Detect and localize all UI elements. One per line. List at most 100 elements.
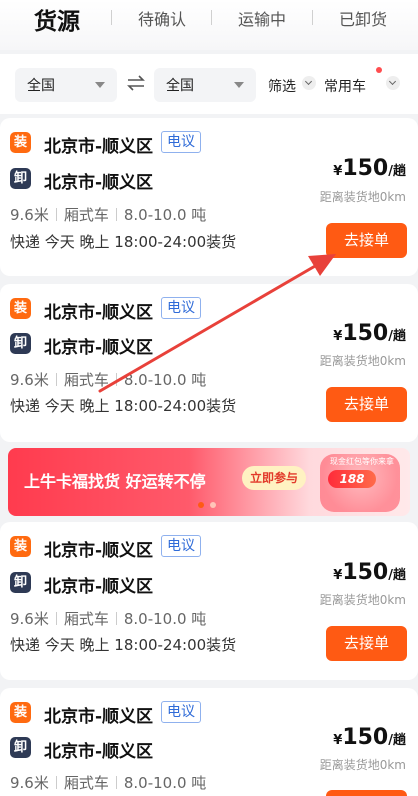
negotiable-tag: 电议 (161, 297, 201, 319)
caret-down-icon (234, 82, 244, 88)
tab-divider (211, 10, 212, 25)
spec-divider (55, 373, 57, 386)
distance-to-loading: 距离装货地0km (319, 190, 406, 204)
price-value: 150 (342, 321, 389, 346)
unload-badge: 卸 (10, 168, 31, 189)
price: ¥150/趟 (333, 156, 406, 181)
carousel-dot (210, 502, 216, 508)
vehicle-length: 9.6米 (10, 371, 49, 389)
tab-divider (111, 10, 112, 25)
distance-to-loading: 距离装货地0km (319, 758, 406, 772)
price-currency: ¥ (333, 568, 343, 583)
price-value: 150 (342, 156, 389, 181)
cargo-card[interactable]: 装 北京市-顺义区 电议 卸 北京市-顺义区 9.6米 厢式车 8.0-10.0 吨… (0, 284, 418, 442)
load-city: 北京市-顺义区 (44, 303, 154, 323)
price: ¥150/趟 (333, 725, 406, 750)
cargo-weight: 8.0-10.0 吨 (123, 206, 207, 224)
filter-button[interactable]: 筛选 (268, 76, 296, 96)
carousel-dot-active (198, 502, 204, 508)
accept-order-button[interactable]: 去接单 (326, 626, 407, 661)
caret-down-icon (95, 82, 105, 88)
load-city: 北京市-顺义区 (44, 707, 154, 727)
load-city: 北京市-顺义区 (44, 137, 154, 157)
negotiable-tag: 电议 (161, 701, 201, 723)
destination-select[interactable]: 全国 (154, 68, 256, 102)
tab-unloaded[interactable]: 已卸货 (339, 6, 387, 30)
price-unit: /趟 (388, 329, 406, 344)
load-badge: 装 (10, 132, 31, 153)
banner-title: 上牛卡福找货 好运转不停 (24, 472, 206, 491)
price-value: 150 (342, 560, 389, 585)
unload-badge: 卸 (10, 737, 31, 758)
price: ¥150/趟 (333, 560, 406, 585)
vehicle-specs: 9.6米 厢式车 8.0-10.0 吨 (10, 369, 206, 390)
cargo-weight: 8.0-10.0 吨 (123, 774, 207, 792)
spec-divider (55, 776, 57, 789)
spec-divider (55, 612, 57, 625)
chevron-down-icon (302, 76, 316, 90)
tab-label: 已卸货 (339, 10, 388, 29)
swap-arrows-icon[interactable] (127, 75, 145, 91)
negotiable-tag: 电议 (161, 535, 201, 557)
distance-to-loading: 距离装货地0km (319, 354, 406, 368)
vehicle-type: 厢式车 (63, 610, 109, 628)
unload-city: 北京市-顺义区 (44, 173, 154, 193)
vehicle-specs: 9.6米 厢式车 8.0-10.0 吨 (10, 204, 206, 225)
vehicle-specs: 9.6米 厢式车 8.0-10.0 吨 (10, 608, 206, 629)
origin-select[interactable]: 全国 (15, 68, 117, 102)
load-badge: 装 (10, 298, 31, 319)
tab-goods-source[interactable]: 货源 (30, 2, 86, 39)
banner-amount: 188 (328, 470, 376, 488)
loading-time: 快递 今天 晚上 18:00-24:00装货 (10, 397, 237, 415)
tab-in-transit[interactable]: 运输中 (238, 6, 286, 30)
vehicle-type: 厢式车 (63, 774, 109, 792)
tab-label: 货源 (34, 9, 80, 35)
unload-badge: 卸 (10, 333, 31, 354)
banner-caption: 现金红包等你来拿 (330, 457, 394, 466)
cargo-card[interactable]: 装 北京市-顺义区 电议 卸 北京市-顺义区 9.6米 厢式车 8.0-10.0 吨… (0, 118, 418, 276)
promo-banner[interactable]: 上牛卡福找货 好运转不停 立即参与 现金红包等你来拿 188 (8, 448, 410, 516)
accept-order-button[interactable] (326, 790, 407, 796)
unload-city: 北京市-顺义区 (44, 742, 154, 762)
common-vehicle-button[interactable]: 常用车 (324, 76, 366, 96)
vehicle-type: 厢式车 (63, 206, 109, 224)
accept-order-button[interactable]: 去接单 (326, 387, 407, 422)
chevron-down-icon (386, 76, 400, 90)
vehicle-length: 9.6米 (10, 610, 49, 628)
price-currency: ¥ (333, 733, 343, 748)
load-city: 北京市-顺义区 (44, 541, 154, 561)
cargo-card[interactable]: 装 北京市-顺义区 电议 卸 北京市-顺义区 9.6米 厢式车 8.0-10.0 吨… (0, 688, 418, 796)
vehicle-length: 9.6米 (10, 206, 49, 224)
price-unit: /趟 (388, 568, 406, 583)
loading-time: 快递 今天 晚上 18:00-24:00装货 (10, 233, 237, 251)
tab-label: 运输中 (238, 10, 287, 29)
unload-badge: 卸 (10, 572, 31, 593)
price-currency: ¥ (333, 164, 343, 179)
filter-bar: 全国 全国 筛选 常用车 (0, 54, 418, 114)
price-unit: /趟 (388, 164, 406, 179)
cargo-weight: 8.0-10.0 吨 (123, 371, 207, 389)
tab-pending-confirm[interactable]: 待确认 (138, 6, 186, 30)
vehicle-specs: 9.6米 厢式车 8.0-10.0 吨 (10, 772, 206, 793)
distance-to-loading: 距离装货地0km (319, 593, 406, 607)
cargo-weight: 8.0-10.0 吨 (123, 610, 207, 628)
negotiable-tag: 电议 (161, 131, 201, 153)
banner-join-button[interactable]: 立即参与 (242, 466, 306, 490)
vehicle-length: 9.6米 (10, 774, 49, 792)
accept-order-button[interactable]: 去接单 (326, 223, 407, 258)
spec-divider (55, 208, 57, 221)
price-value: 150 (342, 725, 389, 750)
spec-divider (115, 373, 117, 386)
notification-dot (376, 67, 382, 73)
tab-label: 待确认 (138, 10, 187, 29)
cargo-card[interactable]: 装 北京市-顺义区 电议 卸 北京市-顺义区 9.6米 厢式车 8.0-10.0 吨… (0, 522, 418, 680)
spec-divider (115, 612, 117, 625)
spec-divider (115, 776, 117, 789)
load-badge: 装 (10, 536, 31, 557)
unload-city: 北京市-顺义区 (44, 577, 154, 597)
vehicle-type: 厢式车 (63, 371, 109, 389)
price: ¥150/趟 (333, 321, 406, 346)
origin-select-value: 全国 (27, 78, 55, 94)
loading-time: 快递 今天 晚上 18:00-24:00装货 (10, 636, 237, 654)
price-currency: ¥ (333, 329, 343, 344)
